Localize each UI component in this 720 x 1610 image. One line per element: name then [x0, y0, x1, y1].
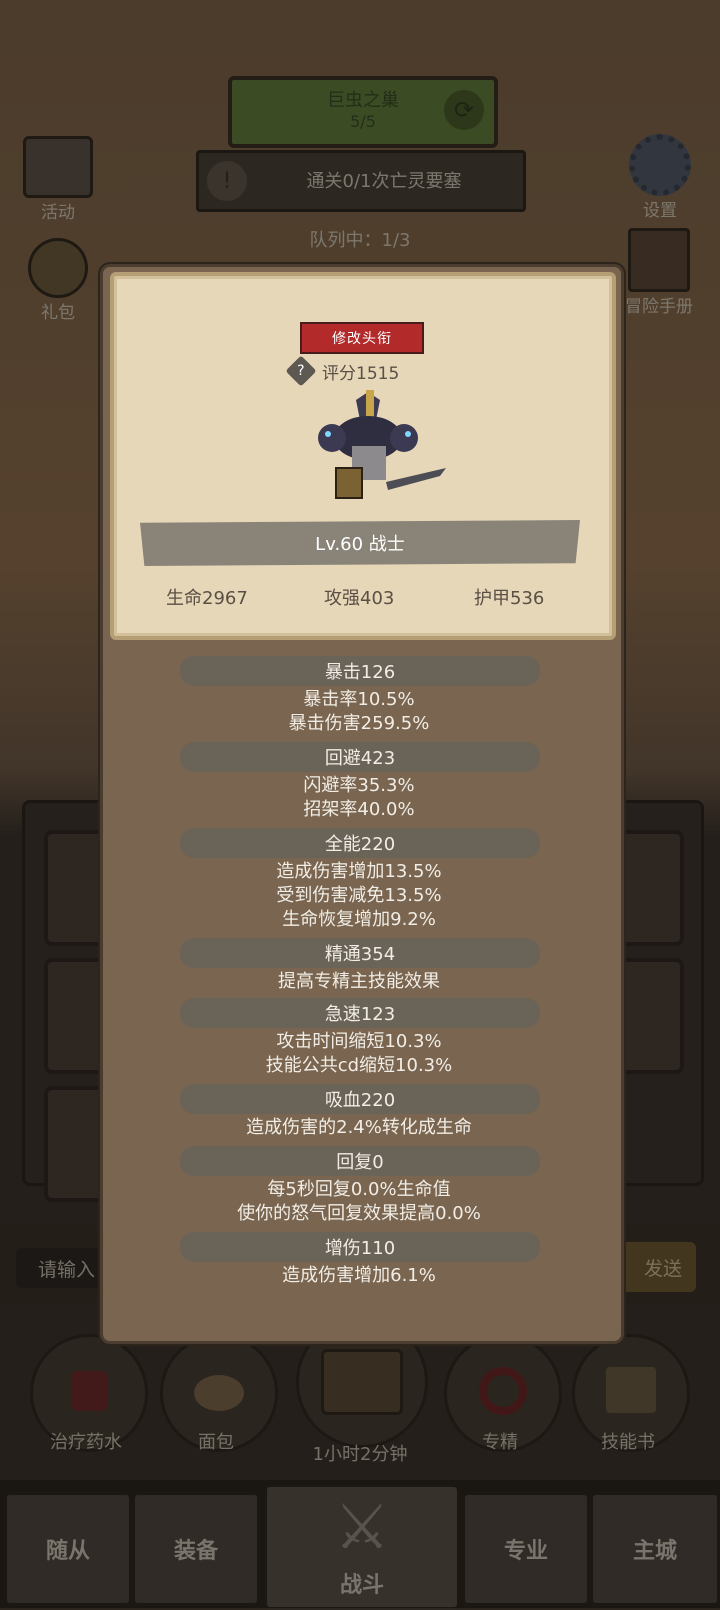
stat-line: 攻击时间缩短10.3%: [276, 1031, 442, 1052]
stat-line: 造成伤害增加13.5%: [276, 861, 442, 882]
stat-header-damage-increase: 增伤110: [180, 1232, 540, 1262]
stat-line: 闪避率35.3%: [303, 775, 415, 796]
stat-header-crit: 暴击126: [180, 656, 540, 686]
stat-line: 技能公共cd缩短10.3%: [265, 1055, 453, 1076]
score-row: ? 评分1515: [285, 355, 400, 387]
stat-header-versatility: 全能220: [180, 828, 540, 858]
stat-header-lifesteal: 吸血220: [180, 1084, 540, 1114]
stat-line: 使你的怒气回复效果提高0.0%: [237, 1203, 481, 1224]
stat-line: 造成伤害的2.4%转化成生命: [246, 1117, 472, 1138]
stat-header-mastery: 精通354: [180, 938, 540, 968]
warrior-avatar: [308, 390, 458, 520]
armor-stat: 护甲536: [474, 588, 545, 609]
stat-line: 暴击伤害259.5%: [288, 713, 430, 734]
level-class-banner: Lv.60 战士: [140, 520, 580, 566]
edit-title-button[interactable]: 修改头衔: [300, 322, 424, 354]
score-text: 评分1515: [322, 363, 400, 384]
stat-line: 每5秒回复0.0%生命值: [267, 1179, 451, 1200]
question-icon[interactable]: ?: [285, 355, 317, 387]
hp-stat: 生命2967: [166, 588, 248, 609]
stat-line: 暴击率10.5%: [303, 689, 415, 710]
stat-line: 生命恢复增加9.2%: [282, 909, 436, 930]
attack-power-stat: 攻强403: [324, 588, 395, 609]
stat-line: 招架率40.0%: [303, 799, 415, 820]
stat-line: 造成伤害增加6.1%: [282, 1265, 436, 1286]
stat-header-haste: 急速123: [180, 998, 540, 1028]
stat-line: 受到伤害减免13.5%: [276, 885, 442, 906]
stat-header-avoidance: 回避423: [180, 742, 540, 772]
stat-header-regen: 回复0: [180, 1146, 540, 1176]
stat-line: 提高专精主技能效果: [278, 971, 440, 992]
